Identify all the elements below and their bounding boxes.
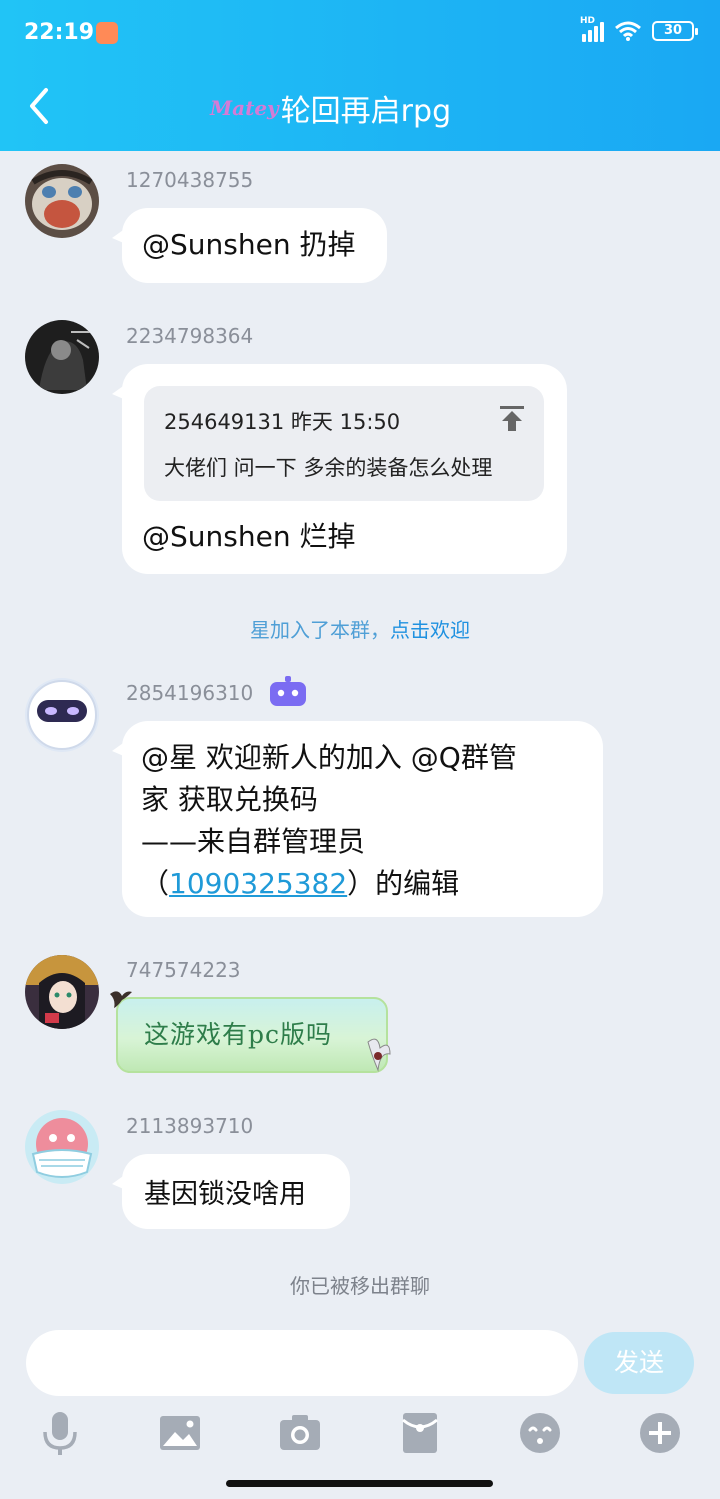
avatar[interactable]	[25, 678, 99, 752]
quote-text: 大佬们 问一下 多余的装备怎么处理	[164, 456, 493, 480]
qq-number-link[interactable]: 1090325382	[169, 867, 347, 900]
sender-id: 1270438755	[126, 168, 254, 192]
avatar[interactable]	[25, 164, 99, 238]
message-composer: 发送	[0, 1330, 720, 1400]
battery-icon: 30	[652, 21, 698, 41]
message-text: @Sunshen 扔掉	[142, 228, 356, 261]
sticker-bubble[interactable]: 这游戏有pc版吗	[116, 997, 388, 1073]
join-notice: 星加入了本群，点击欢迎	[0, 614, 720, 643]
sender-id: 2234798364	[126, 324, 254, 348]
message-text: 基因锁没啥用	[144, 1179, 306, 1210]
status-time: 22:19	[24, 20, 95, 45]
bird-decoration-icon	[110, 991, 132, 1008]
message-bubble[interactable]: @Sunshen 扔掉	[112, 208, 387, 283]
quoted-message[interactable]: 254649131 昨天 15:50 大佬们 问一下 多余的装备怎么处理	[144, 386, 544, 501]
sender-id: 2113893710	[126, 1114, 254, 1138]
avatar[interactable]	[25, 1110, 99, 1184]
plus-icon[interactable]	[635, 1408, 685, 1458]
sender-id: 747574223	[126, 958, 241, 982]
app-notification-icon	[96, 22, 118, 44]
matey-logo: Matey	[210, 96, 279, 120]
microphone-icon[interactable]	[35, 1408, 85, 1458]
fairy-decoration-icon	[367, 1038, 391, 1072]
status-icons: HD 30	[580, 16, 698, 42]
sticker-text: 这游戏有pc版吗	[144, 1020, 333, 1049]
avatar[interactable]	[25, 955, 99, 1029]
sender-id: 2854196310	[126, 681, 254, 705]
message-text: @Sunshen 烂掉	[142, 520, 356, 553]
join-text: 星加入了本群，	[250, 618, 390, 642]
message-bubble[interactable]: @星 欢迎新人的加入 @Q群管 家 获取兑换码 ——来自群管理员 （109032…	[112, 721, 603, 917]
robot-badge-icon	[270, 676, 306, 706]
message-line: 家 获取兑换码	[141, 783, 318, 816]
avatar[interactable]	[25, 320, 99, 394]
camera-icon[interactable]	[275, 1408, 325, 1458]
message-line: @星 欢迎新人的加入 @Q群管	[141, 741, 517, 774]
quote-meta: 254649131 昨天 15:50	[164, 410, 401, 434]
app-header: 22:19 HD 30 Matey 轮回再启rpg	[0, 0, 720, 151]
group-name: 轮回再启rpg	[280, 94, 452, 129]
jump-to-top-icon[interactable]	[500, 406, 524, 432]
signal-icon: HD	[580, 16, 604, 42]
message-bubble[interactable]: 基因锁没啥用	[112, 1154, 350, 1229]
chat-title: Matey 轮回再启rpg	[210, 86, 451, 130]
removed-notice: 你已被移出群聊	[290, 1274, 430, 1298]
message-input[interactable]	[26, 1330, 578, 1396]
back-button[interactable]	[24, 84, 58, 128]
wifi-icon	[615, 21, 641, 41]
welcome-link[interactable]: 点击欢迎	[390, 618, 470, 642]
red-packet-icon[interactable]	[395, 1408, 445, 1458]
home-indicator[interactable]	[226, 1480, 493, 1487]
message-line: （1090325382）的编辑	[141, 867, 460, 900]
emoji-icon[interactable]	[515, 1408, 565, 1458]
message-bubble[interactable]: 254649131 昨天 15:50 大佬们 问一下 多余的装备怎么处理 @Su…	[112, 364, 567, 574]
image-icon[interactable]	[155, 1408, 205, 1458]
composer-toolbar	[0, 1408, 720, 1464]
message-line: ——来自群管理员	[141, 825, 366, 858]
send-button[interactable]: 发送	[584, 1332, 694, 1394]
network-type: HD	[580, 16, 596, 26]
